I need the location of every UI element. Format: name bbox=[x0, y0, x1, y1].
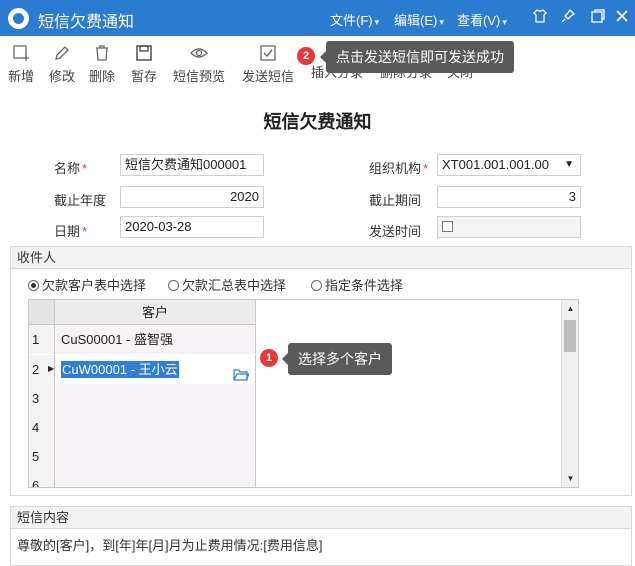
stash-button[interactable]: 暂存 bbox=[131, 44, 157, 85]
grid-scrollbar[interactable]: ▲ ▼ bbox=[561, 300, 578, 487]
sendtime-label: 发送时间 bbox=[369, 224, 422, 239]
date-field[interactable]: 2020-03-28 bbox=[120, 216, 264, 238]
new-icon bbox=[12, 44, 30, 62]
radio-condition[interactable]: 指定条件选择 bbox=[311, 275, 403, 294]
sendtime-checkbox[interactable] bbox=[442, 221, 453, 232]
folder-open-icon[interactable] bbox=[233, 362, 250, 381]
customer-grid[interactable]: 客户 1 CuS00001 - 盛智强 2 ▶ CuW00001 - 王小云 3… bbox=[28, 299, 579, 488]
org-select[interactable]: XT001.001.001.00 ▼ bbox=[437, 154, 581, 176]
period-label: 截止期间 bbox=[369, 193, 422, 208]
preview-button[interactable]: 短信预览 bbox=[173, 44, 225, 85]
eye-icon bbox=[190, 44, 208, 62]
year-label: 截止年度 bbox=[54, 193, 107, 208]
radio-icon bbox=[28, 280, 39, 291]
year-field[interactable]: 2020 bbox=[120, 186, 264, 208]
page-title: 短信欠费通知 bbox=[263, 112, 372, 132]
sms-content[interactable]: 尊敬的[客户]，到[年]年[月]月为止费用情况:[费用信息] bbox=[17, 535, 323, 554]
customer-cell[interactable] bbox=[55, 442, 256, 471]
period-field[interactable]: 3 bbox=[437, 186, 581, 208]
table-row[interactable]: 5 bbox=[29, 442, 256, 471]
name-label: 名称 * bbox=[54, 161, 88, 176]
table-row[interactable]: 6 bbox=[29, 471, 256, 487]
table-row[interactable]: 3 bbox=[29, 384, 256, 413]
name-field[interactable]: 短信欠费通知000001 bbox=[120, 154, 264, 176]
close-icon[interactable] bbox=[612, 8, 632, 28]
title-bar: 短信欠费通知 文件(F) 编辑(E) 查看(V) bbox=[0, 0, 635, 36]
customer-cell[interactable] bbox=[55, 413, 256, 442]
skin-icon[interactable] bbox=[530, 8, 550, 28]
edit-button[interactable]: 修改 bbox=[49, 44, 75, 85]
radio-icon bbox=[168, 280, 179, 291]
recipients-header: 收件人 bbox=[11, 247, 631, 269]
new-button[interactable]: 新增 bbox=[8, 44, 34, 85]
sendtime-field[interactable] bbox=[437, 216, 581, 238]
table-row[interactable]: 2 ▶ CuW00001 - 王小云 bbox=[29, 355, 256, 384]
radio-debt-customer[interactable]: 欠款客户表中选择 bbox=[28, 275, 146, 294]
customer-cell[interactable] bbox=[55, 471, 256, 487]
sms-section: 短信内容 尊敬的[客户]，到[年]年[月]月为止费用情况:[费用信息] bbox=[10, 506, 632, 566]
pin-icon[interactable] bbox=[558, 8, 578, 28]
table-row[interactable]: 1 CuS00001 - 盛智强 bbox=[29, 325, 256, 354]
send-sms-button[interactable]: 发送短信 bbox=[242, 44, 294, 85]
scroll-up-icon[interactable]: ▲ bbox=[562, 302, 578, 316]
trash-icon bbox=[93, 44, 111, 62]
scroll-thumb[interactable] bbox=[564, 320, 576, 352]
app-logo-icon bbox=[8, 8, 29, 29]
radio-debt-summary[interactable]: 欠款汇总表中选择 bbox=[168, 275, 286, 294]
chevron-down-icon: ▼ bbox=[564, 159, 574, 170]
edit-icon bbox=[53, 44, 71, 62]
table-row[interactable]: 4 bbox=[29, 413, 256, 442]
step-badge-1: 1 bbox=[260, 349, 278, 367]
menu-edit[interactable]: 编辑(E) bbox=[394, 10, 444, 29]
window-title: 短信欠费通知 bbox=[38, 14, 135, 31]
scroll-down-icon[interactable]: ▼ bbox=[562, 472, 578, 486]
menu-file[interactable]: 文件(F) bbox=[330, 10, 379, 29]
send-tip: 点击发送短信即可发送成功 bbox=[320, 41, 514, 73]
org-label: 组织机构 * bbox=[369, 161, 429, 176]
customer-tip: 选择多个客户 bbox=[282, 343, 392, 375]
check-icon bbox=[259, 44, 277, 62]
row-pointer-icon: ▶ bbox=[48, 364, 55, 373]
date-label: 日期 * bbox=[54, 224, 88, 239]
grid-corner bbox=[29, 300, 55, 325]
column-header-customer[interactable]: 客户 bbox=[55, 300, 256, 325]
customer-cell[interactable]: CuS00001 - 盛智强 bbox=[55, 325, 256, 354]
step-badge-2: 2 bbox=[297, 47, 315, 65]
save-icon bbox=[135, 44, 153, 62]
toolbar: 新增 修改 删除 暂存 短信预览 发送短信 插入分录 删除分录 关闭 bbox=[0, 36, 635, 90]
sms-header: 短信内容 bbox=[11, 507, 631, 529]
radio-icon bbox=[311, 280, 322, 291]
delete-button[interactable]: 删除 bbox=[89, 44, 115, 85]
customer-cell[interactable] bbox=[55, 384, 256, 413]
menu-view[interactable]: 查看(V) bbox=[457, 10, 507, 29]
restore-icon[interactable] bbox=[588, 8, 608, 28]
customer-cell-active[interactable]: CuW00001 - 王小云 bbox=[55, 355, 256, 384]
